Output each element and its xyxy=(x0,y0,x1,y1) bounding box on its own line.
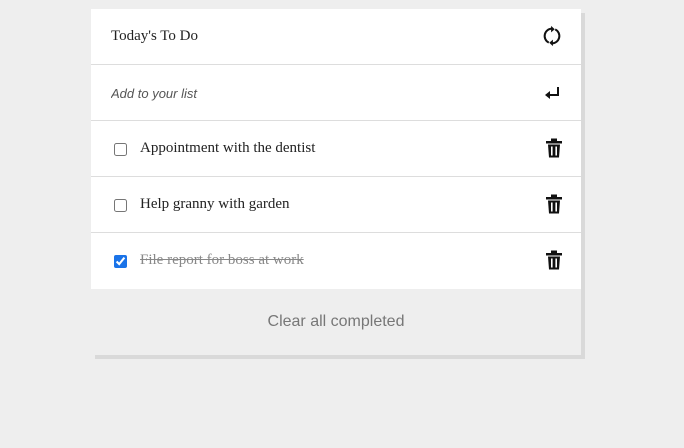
task-label: Help granny with garden xyxy=(140,196,290,212)
task-label: Appointment with the dentist xyxy=(140,140,316,156)
task-row: Appointment with the dentist xyxy=(91,121,581,177)
trash-icon[interactable] xyxy=(545,194,563,214)
clear-completed-button[interactable]: Clear all completed xyxy=(91,289,581,355)
trash-icon[interactable] xyxy=(545,138,563,158)
add-item-input[interactable] xyxy=(111,81,511,105)
header-row: Today's To Do xyxy=(91,9,581,65)
task-checkbox[interactable] xyxy=(114,255,127,268)
task-label: File report for boss at work xyxy=(140,252,304,268)
enter-icon[interactable] xyxy=(543,83,563,103)
trash-icon[interactable] xyxy=(545,250,563,270)
todo-card: Today's To Do Appointment with the denti… xyxy=(91,9,581,355)
footer: Clear all completed xyxy=(91,289,581,355)
task-checkbox[interactable] xyxy=(114,199,127,212)
task-checkbox[interactable] xyxy=(114,143,127,156)
refresh-icon[interactable] xyxy=(541,25,563,47)
add-row xyxy=(91,65,581,121)
task-row: Help granny with garden xyxy=(91,177,581,233)
page-title: Today's To Do xyxy=(111,28,198,44)
task-row: File report for boss at work xyxy=(91,233,581,289)
